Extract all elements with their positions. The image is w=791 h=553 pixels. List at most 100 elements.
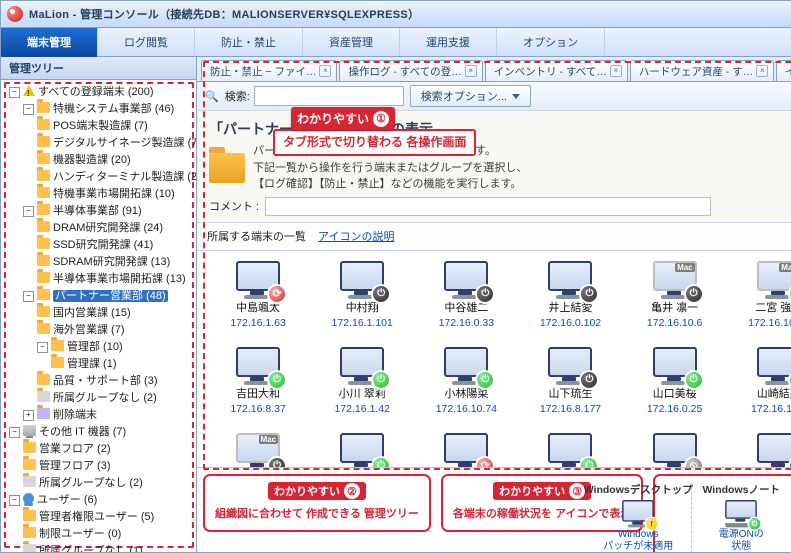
tree-item[interactable]: 制限ユーザー (0) xyxy=(23,526,194,543)
device-item[interactable]: 山下琉生172.16.8.177 xyxy=(521,347,619,415)
status-badge xyxy=(581,286,597,302)
tree-item[interactable]: ユーザー (6) 管理者権限ユーザー (5) 制限ユーザー (0) 所属グループ… xyxy=(9,492,194,552)
expand-toggle[interactable] xyxy=(23,291,34,302)
tree-item[interactable]: 半導体事業部 (91) DRAM研究開発課 (24) SSD研究開発課 (41)… xyxy=(23,203,194,288)
tree-item[interactable]: 管理部 (10) 管理課 (1) xyxy=(37,339,194,373)
tree-scroller[interactable]: すべての登録端末 (200) 特機システム事業部 (46) POS端末製造課 (… xyxy=(1,80,196,552)
device-item[interactable]: 今田 栄麗172.16.0.101 xyxy=(521,433,619,468)
status-badge xyxy=(477,372,493,388)
search-options-button[interactable]: 検索オプション... xyxy=(410,85,531,107)
device-item[interactable]: 森蒼空172.16.1.6 xyxy=(730,433,791,468)
device-item[interactable]: 山崎結菜172.16.1.61 xyxy=(730,347,791,415)
tree-item[interactable]: 国内営業課 (15) xyxy=(37,305,194,322)
tree-item[interactable]: その他 IT 機器 (7) 営業フロア (2) 管理フロア (3) 所属グループ… xyxy=(9,424,194,492)
menu-assets[interactable]: 資産管理 xyxy=(303,28,400,56)
menu-ops[interactable]: 運用支援 xyxy=(400,28,497,56)
mac-badge: Mac xyxy=(779,263,791,272)
tree-item[interactable]: 半導体事業市場開拓課 (13) xyxy=(37,271,194,288)
tree-item[interactable]: 特機事業市場開拓課 (10) xyxy=(37,186,194,203)
device-item[interactable]: Mac 二宮 強哉 172.16.10.58 xyxy=(730,261,791,329)
device-item[interactable]: 松本悠真192.168.0.3 xyxy=(417,433,515,468)
device-icon xyxy=(653,433,697,468)
tree-item[interactable]: 削除端末 xyxy=(23,407,194,424)
pc-icon xyxy=(23,425,36,436)
tab[interactable]: インストール済みソフ… xyxy=(776,60,791,81)
expand-toggle[interactable] xyxy=(9,427,20,438)
tree-item[interactable]: 機器製造課 (20) xyxy=(37,152,194,169)
tab[interactable]: 防止・禁止 − ファイ… xyxy=(201,60,337,81)
close-icon[interactable] xyxy=(319,65,331,77)
app-window: MaLion - 管理コンソール（接続先DB：MALIONSERVER¥SQLE… xyxy=(0,0,791,553)
expand-toggle[interactable] xyxy=(23,104,34,115)
device-icon: Mac xyxy=(653,261,697,297)
device-item[interactable]: 小林陽菜172.16.10.74 xyxy=(417,347,515,415)
icon-legend-link[interactable]: アイコンの説明 xyxy=(318,228,394,244)
status-badge xyxy=(373,458,389,468)
toolbar: 検索: 検索オプション... エクスポート… xyxy=(197,82,791,111)
window-title: MaLion - 管理コンソール（接続先DB：MALIONSERVER¥SQLE… xyxy=(29,6,419,22)
device-item[interactable]: 木村陽斗172.16.1.4 xyxy=(313,433,411,468)
device-ip: 172.16.10.6 xyxy=(647,317,702,329)
tab[interactable]: ハードウェア資産 - す… xyxy=(630,60,774,81)
tree-item[interactable]: SDRAM研究開発課 (13) xyxy=(37,254,194,271)
tree-root[interactable]: すべての登録端末 (200) 特機システム事業部 (46) POS端末製造課 (… xyxy=(9,84,194,424)
menu-options[interactable]: オプション xyxy=(497,28,605,56)
tree-item[interactable]: 海外営業課 (7) xyxy=(37,322,194,339)
tree-item-selected[interactable]: パートナー営業部 (48) 国内営業課 (15) 海外営業課 (7) 管理部 (… xyxy=(23,288,194,407)
tab[interactable]: インベントリ - すべて… xyxy=(485,60,628,81)
tree-item[interactable]: 特機システム事業部 (46) POS端末製造課 (7) デジタルサイネージ製造課… xyxy=(23,101,194,203)
tree-item[interactable]: 品質・サポート部 (3) xyxy=(37,373,194,390)
device-name: 二宮 強哉 xyxy=(755,299,791,315)
tree-item[interactable]: 所属グループなし (2) xyxy=(37,390,194,407)
device-item[interactable]: 小川 翠莉172.16.1.42 xyxy=(313,347,411,415)
device-item[interactable]: Mac亀井 凛一172.16.10.6 xyxy=(626,261,724,329)
status-badge xyxy=(749,518,761,530)
tree-item[interactable]: 営業フロア (2) xyxy=(23,441,194,458)
expand-toggle[interactable] xyxy=(9,87,20,98)
device-item[interactable]: 山口美桜172.16.0.25 xyxy=(626,347,724,415)
tree-item[interactable]: デジタルサイネージ製造課 (7) xyxy=(37,135,194,152)
tree-item[interactable]: POS端末製造課 (7) xyxy=(37,118,194,135)
status-badge xyxy=(269,372,285,388)
close-icon[interactable] xyxy=(465,65,477,77)
menu-prevent[interactable]: 防止・禁止 xyxy=(195,28,303,56)
device-name: 中村翔 xyxy=(346,299,379,315)
status-badge xyxy=(373,286,389,302)
folder-icon xyxy=(37,255,50,266)
expand-toggle[interactable] xyxy=(37,342,48,353)
tree-item[interactable]: 管理課 (1) xyxy=(51,356,194,373)
tab[interactable]: 操作ログ - すべての登… xyxy=(339,60,482,81)
menubar: 端末管理 ログ閲覧 防止・禁止 資産管理 運用支援 オプション xyxy=(1,28,791,57)
device-ip: 172.16.10.58 xyxy=(748,317,791,329)
tree-item[interactable]: 所属グループなし (2) xyxy=(23,475,194,492)
search-input[interactable] xyxy=(254,86,404,106)
menu-terminal-mgmt[interactable]: 端末管理 xyxy=(1,28,98,56)
device-item[interactable]: 中村翔172.16.1.101 xyxy=(313,261,411,329)
device-item[interactable]: 中島颯太172.16.1.63 xyxy=(209,261,307,329)
device-item[interactable]: 中谷雄二172.16.0.33 xyxy=(417,261,515,329)
device-item[interactable]: 吉田大和172.16.8.37 xyxy=(209,347,307,415)
device-item[interactable]: Mac今泉 博史172.16.59.230 xyxy=(209,433,307,468)
folder-icon xyxy=(37,187,50,198)
list-strip: 所属する端末の一覧 アイコンの説明 サブ表示: IP アドレ xyxy=(197,223,791,251)
status-badge xyxy=(477,458,493,468)
tree-item[interactable]: ハンディターミナル製造課 (2) xyxy=(37,169,194,186)
tree-item[interactable]: 管理者権限ユーザー (5) xyxy=(23,509,194,526)
device-item[interactable]: 林さくら172.16.1.51 xyxy=(626,433,724,468)
device-icon xyxy=(444,261,488,297)
device-grid-area[interactable]: 中島颯太172.16.1.63中村翔172.16.1.101中谷雄二172.16… xyxy=(197,251,791,468)
comment-input[interactable] xyxy=(265,197,711,216)
expand-toggle[interactable] xyxy=(9,495,20,506)
workspace: 管理ツリー すべての登録端末 (200) 特機システム事業部 (46) POS端… xyxy=(1,57,791,552)
legend-caption: Windowsパッチが未適用 xyxy=(603,529,673,553)
device-item[interactable]: 井上結愛172.16.0.102 xyxy=(521,261,619,329)
close-icon[interactable] xyxy=(610,65,622,77)
expand-toggle[interactable] xyxy=(23,206,34,217)
tree-item[interactable]: SSD研究開発課 (41) xyxy=(37,237,194,254)
close-icon[interactable] xyxy=(756,65,768,77)
folder-icon xyxy=(23,442,36,453)
tree-item[interactable]: 管理フロア (3) xyxy=(23,458,194,475)
menu-log-view[interactable]: ログ閲覧 xyxy=(98,28,195,56)
tree-item[interactable]: DRAM研究開発課 (24) xyxy=(37,220,194,237)
expand-toggle[interactable] xyxy=(23,410,34,421)
